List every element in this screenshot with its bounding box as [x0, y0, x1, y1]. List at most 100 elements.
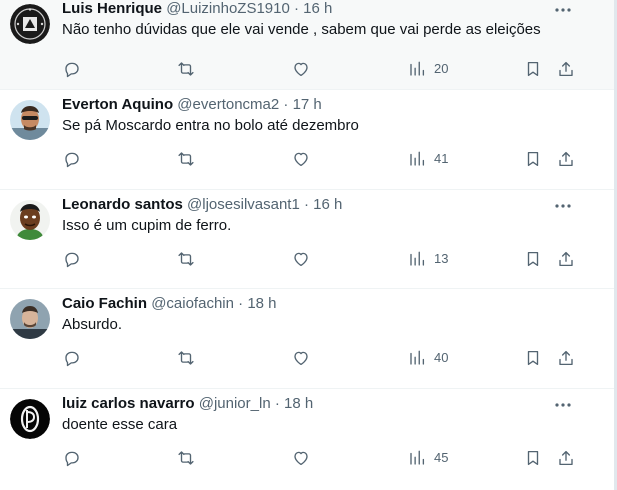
- retweet-button[interactable]: [177, 447, 195, 469]
- retweet-button[interactable]: [177, 248, 195, 270]
- retweet-button[interactable]: [177, 148, 195, 170]
- timestamp[interactable]: 18 h: [247, 295, 276, 312]
- avatar[interactable]: [10, 299, 50, 339]
- views-button[interactable]: 40: [408, 347, 448, 369]
- views-count: 20: [434, 61, 449, 76]
- separator-dot: ·: [303, 196, 309, 213]
- share-button[interactable]: [557, 248, 575, 270]
- bookmark-icon: [527, 350, 539, 366]
- reply-icon: [65, 451, 79, 467]
- username[interactable]: @junior_ln: [199, 395, 271, 412]
- like-button[interactable]: [292, 447, 310, 469]
- bookmark-button[interactable]: [524, 447, 542, 469]
- display-name[interactable]: Caio Fachin: [62, 295, 147, 312]
- views-count: 40: [434, 350, 449, 365]
- separator-dot: ·: [274, 395, 280, 412]
- share-icon: [559, 61, 573, 77]
- tweet-header: Leonardo santos @ljosesilvasant1 · 16 h: [62, 195, 342, 215]
- bookmark-button[interactable]: [524, 347, 542, 369]
- tweet-text: Não tenho dúvidas que ele vai vende , sa…: [62, 21, 541, 38]
- reply-button[interactable]: [63, 447, 81, 469]
- tweet-header: Luis Henrique @LuizinhoZS1910 · 16 h: [62, 0, 332, 19]
- tweet-card[interactable]: luiz carlos navarro @junior_ln · 18 h do…: [0, 389, 614, 490]
- avatar-image: [10, 4, 50, 44]
- share-button[interactable]: [557, 148, 575, 170]
- avatar[interactable]: [10, 399, 50, 439]
- more-icon[interactable]: [552, 198, 574, 214]
- username[interactable]: @evertoncma2: [177, 96, 279, 113]
- bookmark-button[interactable]: [524, 148, 542, 170]
- views-count: 41: [434, 151, 449, 166]
- retweet-icon: [178, 351, 194, 365]
- retweet-button[interactable]: [177, 347, 195, 369]
- tweet-text: Absurdo.: [62, 316, 123, 333]
- views-button[interactable]: 20: [408, 58, 448, 80]
- views-count: 13: [434, 251, 449, 266]
- retweet-icon: [178, 252, 194, 266]
- timestamp[interactable]: 16 h: [313, 196, 342, 213]
- username[interactable]: @LuizinhoZS1910: [166, 0, 290, 17]
- reply-button[interactable]: [63, 148, 81, 170]
- share-icon: [559, 251, 573, 267]
- more-icon[interactable]: [552, 2, 574, 18]
- separator-dot: ·: [238, 295, 244, 312]
- views-button[interactable]: 45: [408, 447, 448, 469]
- views-button[interactable]: 13: [408, 248, 448, 270]
- reply-button[interactable]: [63, 58, 81, 80]
- like-button[interactable]: [292, 347, 310, 369]
- bookmark-button[interactable]: [524, 248, 542, 270]
- views-icon: [410, 450, 425, 465]
- tweet-header: Everton Aquino @evertoncma2 · 17 h: [62, 95, 322, 115]
- display-name[interactable]: luiz carlos navarro: [62, 395, 195, 412]
- tweet-text: Isso é um cupim de ferro.: [62, 217, 232, 234]
- views-count: 45: [434, 450, 449, 465]
- reply-icon: [65, 252, 79, 268]
- views-icon: [410, 350, 425, 365]
- separator-dot: ·: [283, 96, 289, 113]
- reply-icon: [65, 62, 79, 78]
- share-icon: [559, 450, 573, 466]
- more-icon[interactable]: [552, 397, 574, 413]
- views-button[interactable]: 41: [408, 148, 448, 170]
- retweet-icon: [178, 62, 194, 76]
- bookmark-button[interactable]: [524, 58, 542, 80]
- share-button[interactable]: [557, 447, 575, 469]
- retweet-button[interactable]: [177, 58, 195, 80]
- like-icon: [294, 62, 308, 77]
- timestamp[interactable]: 16 h: [303, 0, 332, 17]
- display-name[interactable]: Luis Henrique: [62, 0, 162, 17]
- avatar-image: [10, 200, 50, 240]
- action-bar: 20: [0, 58, 614, 80]
- reply-icon: [65, 351, 79, 367]
- avatar-image: [10, 100, 50, 140]
- tweet-card[interactable]: Luis Henrique @LuizinhoZS1910 · 16 h Não…: [0, 0, 614, 90]
- avatar[interactable]: [10, 4, 50, 44]
- like-button[interactable]: [292, 148, 310, 170]
- like-icon: [294, 152, 308, 167]
- avatar-image: [10, 299, 50, 339]
- bookmark-icon: [527, 61, 539, 77]
- tweet-card[interactable]: Leonardo santos @ljosesilvasant1 · 16 h …: [0, 190, 614, 289]
- avatar[interactable]: [10, 100, 50, 140]
- retweet-icon: [178, 152, 194, 166]
- timestamp[interactable]: 17 h: [293, 96, 322, 113]
- share-button[interactable]: [557, 347, 575, 369]
- like-icon: [294, 351, 308, 366]
- display-name[interactable]: Leonardo santos: [62, 196, 183, 213]
- display-name[interactable]: Everton Aquino: [62, 96, 173, 113]
- tweet-card[interactable]: Everton Aquino @evertoncma2 · 17 h Se pá…: [0, 90, 614, 190]
- like-icon: [294, 451, 308, 466]
- share-button[interactable]: [557, 58, 575, 80]
- tweet-card[interactable]: Caio Fachin @caiofachin · 18 h Absurdo. …: [0, 289, 614, 389]
- username[interactable]: @caiofachin: [151, 295, 234, 312]
- avatar-image: [10, 399, 50, 439]
- like-button[interactable]: [292, 248, 310, 270]
- username[interactable]: @ljosesilvasant1: [187, 196, 300, 213]
- reply-button[interactable]: [63, 248, 81, 270]
- like-button[interactable]: [292, 58, 310, 80]
- timestamp[interactable]: 18 h: [284, 395, 313, 412]
- tweet-text: Se pá Moscardo entra no bolo até dezembr…: [62, 117, 359, 134]
- reply-button[interactable]: [63, 347, 81, 369]
- avatar[interactable]: [10, 200, 50, 240]
- like-icon: [294, 252, 308, 267]
